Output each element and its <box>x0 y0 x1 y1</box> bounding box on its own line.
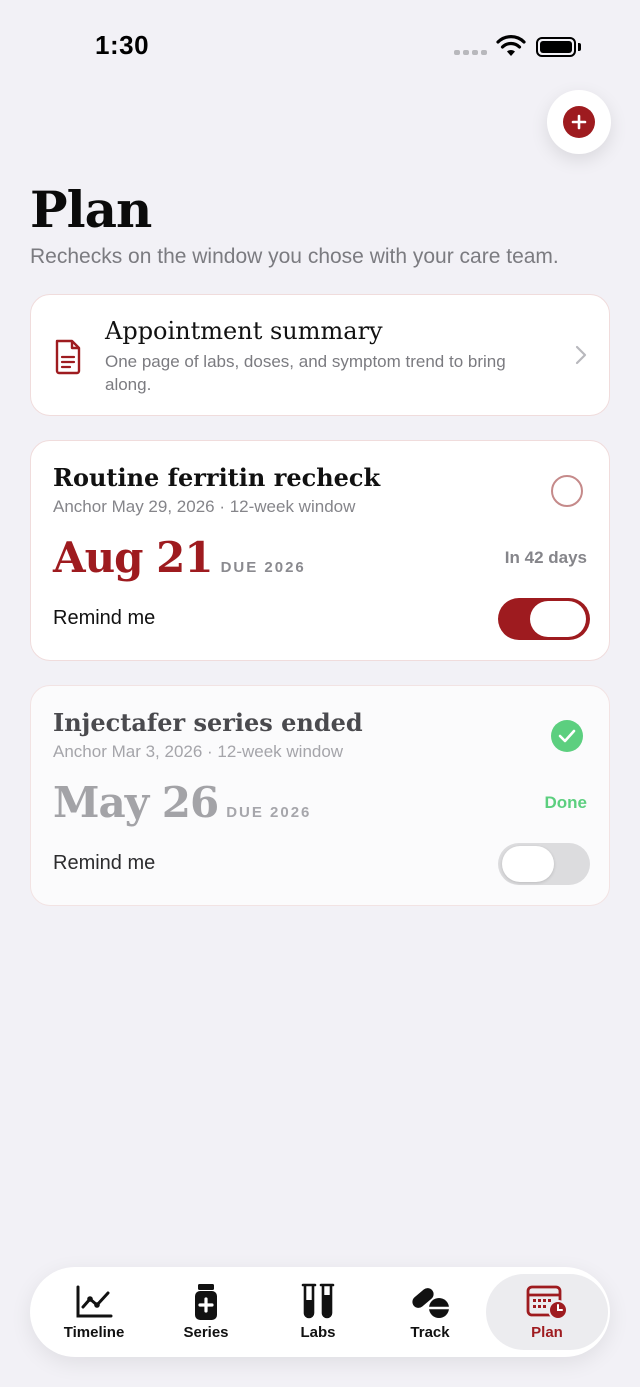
status-bar: 1:30 <box>0 0 640 92</box>
remind-label: Remind me <box>53 607 156 629</box>
due-label: DUE 2026 <box>226 804 312 821</box>
tab-series[interactable]: Series <box>150 1274 262 1350</box>
countdown-status: In 42 days <box>504 548 587 567</box>
test-tubes-icon <box>300 1283 336 1320</box>
remind-toggle[interactable] <box>498 598 590 640</box>
tab-labs[interactable]: Labs <box>262 1274 374 1350</box>
tab-track[interactable]: Track <box>374 1274 486 1350</box>
chart-line-icon <box>75 1284 113 1320</box>
due-row: Aug 21 DUE 2026 <box>53 533 306 582</box>
pills-icon <box>409 1284 451 1320</box>
remind-toggle[interactable] <box>498 843 590 885</box>
remind-label: Remind me <box>53 852 156 874</box>
plan-item-anchor: Anchor May 29, 2026 · 12-week window <box>53 497 356 516</box>
add-button[interactable] <box>547 90 611 154</box>
checkmark-icon[interactable] <box>551 720 583 752</box>
calendar-clock-icon <box>526 1284 568 1320</box>
status-time: 1:30 <box>95 30 150 60</box>
plan-item-title: Injectafer series ended <box>53 708 363 737</box>
tab-plan[interactable]: Plan <box>486 1274 608 1350</box>
due-label: DUE 2026 <box>220 559 306 576</box>
chevron-right-icon <box>575 345 587 365</box>
due-row: May 26 DUE 2026 <box>53 778 311 827</box>
cellular-signal-icon <box>454 50 487 55</box>
page-subtitle: Rechecks on the window you chose with yo… <box>30 245 559 268</box>
summary-description: One page of labs, doses, and symptom tre… <box>105 352 506 394</box>
battery-icon <box>536 37 576 57</box>
plus-icon <box>563 106 595 138</box>
done-status: Done <box>544 793 588 812</box>
plan-item-card[interactable]: Injectafer series ended Anchor Mar 3, 20… <box>30 685 610 906</box>
wifi-icon <box>496 35 526 56</box>
due-date: Aug 21 <box>53 533 214 582</box>
medicine-vial-icon <box>192 1283 220 1320</box>
document-icon <box>55 339 81 375</box>
tab-bar: Timeline Series Labs Track Plan <box>30 1267 610 1357</box>
tab-timeline[interactable]: Timeline <box>38 1274 150 1350</box>
summary-title: Appointment summary <box>105 317 383 345</box>
appointment-summary-card[interactable]: Appointment summary One page of labs, do… <box>30 294 610 416</box>
due-date: May 26 <box>53 778 219 827</box>
plan-item-card[interactable]: Routine ferritin recheck Anchor May 29, … <box>30 440 610 661</box>
plan-item-title: Routine ferritin recheck <box>53 463 381 492</box>
plan-item-anchor: Anchor Mar 3, 2026 · 12-week window <box>53 742 344 761</box>
page-title: Plan <box>30 180 152 239</box>
complete-checkbox[interactable] <box>551 475 583 507</box>
